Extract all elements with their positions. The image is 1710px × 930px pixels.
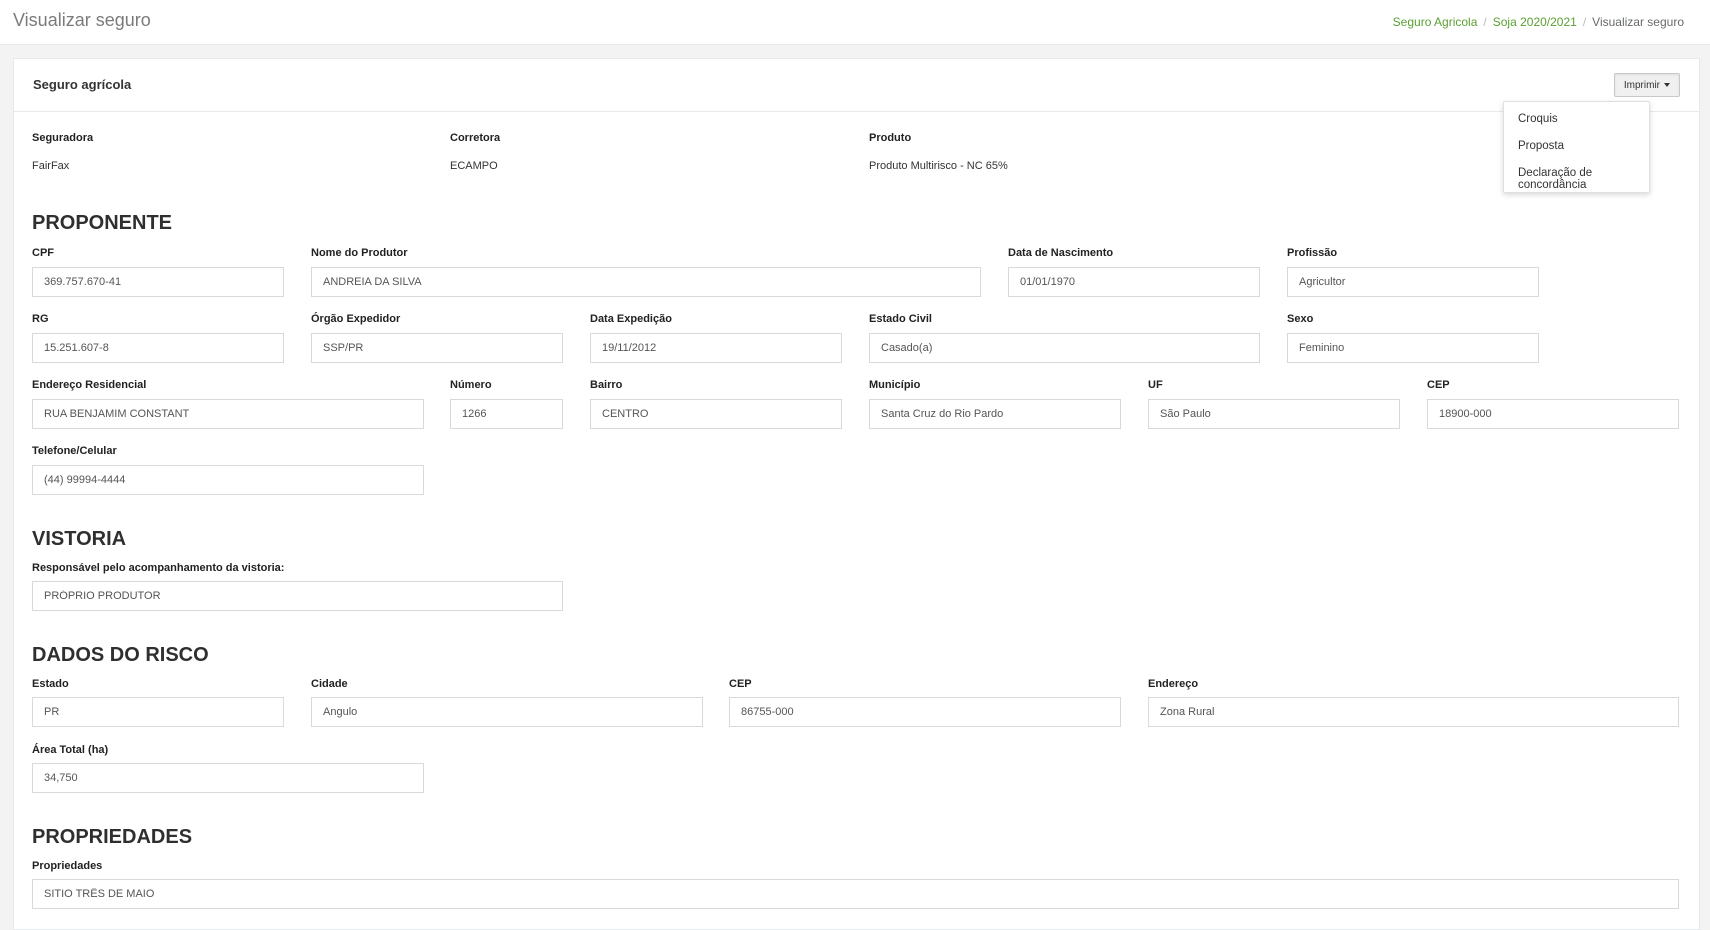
risco-estado-field[interactable] — [32, 697, 284, 727]
section-proponente: PROPONENTE — [32, 212, 173, 234]
sexo-field[interactable] — [1287, 333, 1539, 363]
profissao-field[interactable] — [1287, 267, 1539, 297]
print-button[interactable]: Imprimir — [1613, 73, 1680, 97]
estado-civil-field[interactable] — [869, 333, 1260, 363]
seguradora-label: Seguradora — [32, 132, 94, 144]
print-button-label: Imprimir — [1623, 79, 1660, 91]
risco-endereco-label: Endereço — [1148, 678, 1199, 690]
responsavel-vistoria-label: Responsável pelo acompanhamento da visto… — [32, 562, 285, 574]
data-expedicao-label: Data Expedição — [590, 313, 672, 325]
corretora-label: Corretora — [450, 132, 501, 144]
propriedades-field[interactable] — [32, 879, 1679, 909]
section-dados-risco: DADOS DO RISCO — [32, 644, 209, 666]
top-bar: Visualizar seguro Seguro Agricola / Soja 2… — [0, 0, 1710, 45]
uf-label: UF — [1148, 379, 1163, 391]
bairro-label: Bairro — [590, 379, 623, 391]
breadcrumb-separator: / — [1483, 15, 1487, 29]
data-nascimento-label: Data de Nascimento — [1008, 247, 1114, 259]
menu-item-declaracao[interactable]: Declaração de concordância — [1518, 167, 1649, 191]
orgao-expedidor-label: Órgão Expedidor — [311, 313, 401, 325]
nome-produtor-label: Nome do Produtor — [311, 247, 408, 259]
profissao-label: Profissão — [1287, 247, 1338, 259]
page-title: Visualizar seguro — [13, 10, 151, 30]
breadcrumb-separator: / — [1582, 15, 1587, 29]
seguradora-value: FairFax — [32, 160, 70, 172]
risco-cep-label: CEP — [729, 678, 752, 690]
endereco-residencial-label: Endereço Residencial — [32, 379, 147, 391]
responsavel-vistoria-field[interactable] — [32, 581, 563, 611]
cpf-field[interactable] — [32, 267, 284, 297]
uf-field[interactable] — [1148, 399, 1400, 429]
menu-item-proposta[interactable]: Proposta — [1518, 140, 1564, 152]
breadcrumb-soja[interactable]: Soja 2020/2021 — [1493, 15, 1577, 29]
panel-title: Seguro agrícola — [33, 77, 132, 92]
breadcrumb-current: Visualizar seguro — [1592, 15, 1684, 29]
panel-header: Seguro agrícola Imprimir — [14, 59, 1699, 112]
telefone-label: Telefone/Celular — [32, 445, 117, 457]
menu-item-croquis[interactable]: Croquis — [1518, 113, 1558, 125]
risco-estado-label: Estado — [32, 678, 69, 690]
caret-down-icon — [1664, 83, 1670, 87]
corretora-value: ECAMPO — [450, 160, 498, 172]
print-dropdown-menu: Croquis Proposta Declaração de concordân… — [1503, 101, 1650, 193]
data-nascimento-field[interactable] — [1008, 267, 1260, 297]
breadcrumb-seguro-agricola[interactable]: Seguro Agricola — [1393, 15, 1478, 29]
endereco-residencial-field[interactable] — [32, 399, 424, 429]
municipio-field[interactable] — [869, 399, 1121, 429]
propriedades-label: Propriedades — [32, 860, 103, 872]
municipio-label: Município — [869, 379, 921, 391]
cpf-label: CPF — [32, 247, 54, 259]
produto-value: Produto Multirisco - NC 65% — [869, 160, 1008, 172]
rg-field[interactable] — [32, 333, 284, 363]
area-total-label: Área Total (ha) — [32, 744, 109, 756]
produto-label: Produto — [869, 132, 912, 144]
cep-residencial-field[interactable] — [1427, 399, 1679, 429]
telefone-field[interactable] — [32, 465, 424, 495]
numero-field[interactable] — [450, 399, 563, 429]
cep-residencial-label: CEP — [1427, 379, 1450, 391]
risco-endereco-field[interactable] — [1148, 697, 1679, 727]
area-total-field[interactable] — [32, 763, 424, 793]
breadcrumb: Seguro Agricola / Soja 2020/2021 / Visualiza… — [1393, 15, 1684, 29]
nome-produtor-field[interactable] — [311, 267, 981, 297]
section-vistoria: VISTORIA — [32, 528, 127, 550]
risco-cidade-field[interactable] — [311, 697, 703, 727]
estado-civil-label: Estado Civil — [869, 313, 932, 325]
bairro-field[interactable] — [590, 399, 842, 429]
orgao-expedidor-field[interactable] — [311, 333, 563, 363]
risco-cep-field[interactable] — [729, 697, 1121, 727]
sexo-label: Sexo — [1287, 313, 1314, 325]
numero-label: Número — [450, 379, 492, 391]
data-expedicao-field[interactable] — [590, 333, 842, 363]
risco-cidade-label: Cidade — [311, 678, 348, 690]
section-propriedades: PROPRIEDADES — [32, 826, 193, 848]
rg-label: RG — [32, 313, 49, 325]
